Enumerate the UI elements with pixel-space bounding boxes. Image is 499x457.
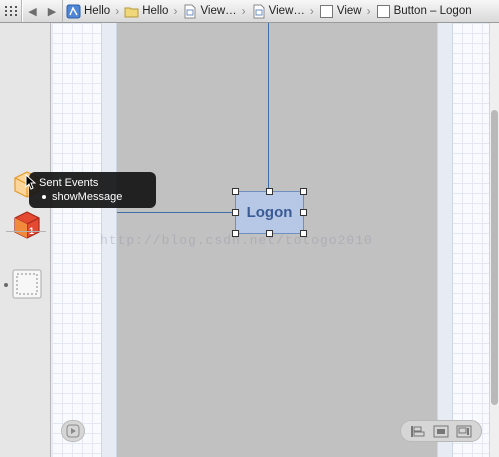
connections-tooltip: Sent Events showMessage: [29, 172, 156, 208]
pin-button[interactable]: [432, 424, 450, 438]
canvas-guide-right: [437, 23, 453, 457]
resize-handle[interactable]: [300, 188, 307, 195]
layout-controls: [400, 420, 482, 442]
crumb-label: Hello: [142, 5, 169, 17]
folder-icon: [124, 4, 139, 19]
scrollbar-thumb[interactable]: [491, 110, 498, 405]
crumb-project[interactable]: Hello ›: [66, 0, 124, 22]
tooltip-item-label: showMessage: [52, 191, 123, 203]
connection-line: [117, 212, 236, 213]
storyboard-file-icon: [251, 4, 266, 19]
resize-handle[interactable]: [266, 188, 273, 195]
resize-handle[interactable]: [300, 230, 307, 237]
resize-handle[interactable]: [266, 230, 273, 237]
play-button[interactable]: [61, 420, 85, 442]
chevron-left-icon: ◀: [28, 5, 37, 18]
crumb-button[interactable]: Button – Logon: [376, 0, 472, 22]
align-icon: [411, 425, 425, 437]
xcode-project-icon: [66, 4, 81, 19]
pin-icon: [433, 425, 449, 437]
chevron-right-icon: ›: [115, 4, 120, 18]
crumb-scene[interactable]: View… ›: [251, 0, 319, 22]
tooltip-item[interactable]: showMessage: [39, 190, 156, 204]
crumb-folder[interactable]: Hello ›: [124, 0, 182, 22]
crumb-label: View…: [200, 5, 237, 17]
chevron-right-icon: ›: [173, 4, 178, 18]
align-button[interactable]: [409, 424, 427, 438]
tooltip-title: Sent Events: [39, 177, 99, 189]
crumb-label: View: [336, 5, 362, 17]
back-button[interactable]: ◀: [22, 0, 42, 22]
crumb-view[interactable]: View ›: [319, 0, 376, 22]
selection-dot: [4, 283, 8, 287]
mouse-cursor-icon: [25, 174, 36, 190]
jump-bar: ◀ ▶ Hello › Hello › View… › View… › View…: [0, 0, 499, 23]
related-items-icon[interactable]: [0, 0, 22, 22]
resize-button[interactable]: [455, 424, 473, 438]
play-circle-icon: [66, 424, 80, 438]
storyboard-file-icon: [182, 4, 197, 19]
connection-line: [268, 23, 269, 191]
resize-handle[interactable]: [300, 209, 307, 216]
logon-button[interactable]: Logon: [235, 191, 304, 234]
resize-handle[interactable]: [232, 188, 239, 195]
logon-button-label: Logon: [246, 204, 293, 221]
chevron-right-icon: ›: [366, 4, 371, 18]
crumb-label: Button – Logon: [393, 5, 472, 17]
view-placeholder-icon[interactable]: [12, 269, 42, 304]
view-icon: [319, 4, 334, 19]
crumb-storyboard[interactable]: View… ›: [182, 0, 250, 22]
chevron-right-icon: ›: [241, 4, 246, 18]
resize-handle[interactable]: [232, 209, 239, 216]
chevron-right-icon: ›: [309, 4, 314, 18]
resize-icon: [456, 425, 472, 437]
jumpbar-divider: [62, 0, 63, 22]
button-icon: [376, 4, 391, 19]
resize-handle[interactable]: [232, 230, 239, 237]
crumb-label: Hello: [84, 5, 111, 17]
bullet-icon: [42, 195, 46, 200]
library-divider: [6, 231, 46, 232]
forward-button[interactable]: ▶: [42, 0, 62, 22]
first-responder-cube-icon[interactable]: 1: [13, 210, 41, 245]
chevron-right-icon: ▶: [47, 5, 57, 18]
crumb-label: View…: [268, 5, 305, 17]
